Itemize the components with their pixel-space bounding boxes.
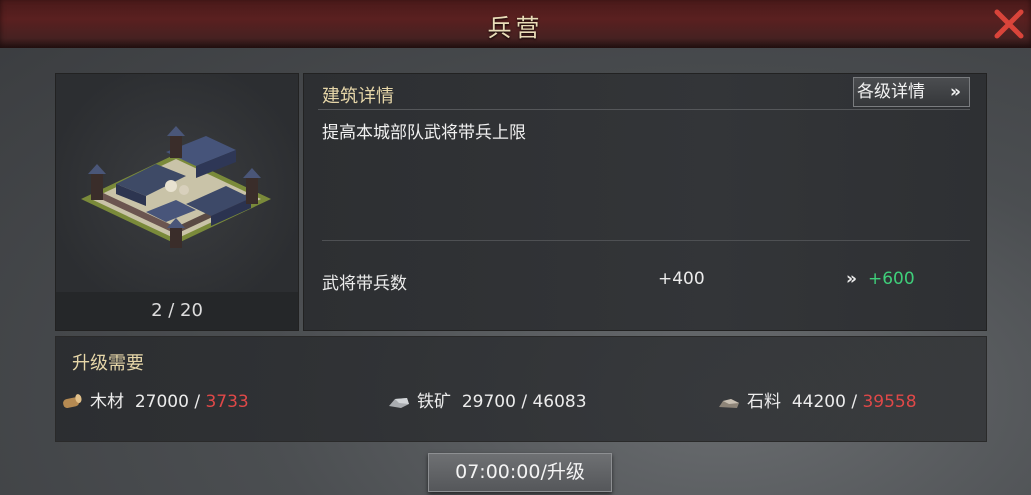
upgrade-requirements-panel: 升级需要 木材 27000 / 3733 铁矿 29700 / 46083 石料… [55, 336, 987, 442]
detail-header: 建筑详情 [322, 86, 394, 107]
resource-required: 27000 [134, 392, 189, 412]
building-level: 2 / 20 [56, 292, 298, 330]
close-icon[interactable] [993, 8, 1025, 40]
iron-ore-icon [387, 394, 411, 410]
resource-name: 石料 [747, 392, 781, 412]
resource-required: 44200 [791, 392, 846, 412]
barracks-building-image [81, 126, 271, 248]
upgrade-arrow-icon: » [846, 269, 857, 289]
divider [318, 109, 970, 110]
level-details-label: 各级详情 [857, 82, 925, 102]
window-title: 兵营 [487, 14, 544, 42]
requirements-header: 升级需要 [72, 353, 144, 374]
resource-name: 铁矿 [417, 392, 451, 412]
resource-separator: / [521, 392, 528, 412]
resource-separator: / [851, 392, 858, 412]
divider [322, 240, 970, 241]
resource-iron: 铁矿 29700 / 46083 [387, 387, 587, 412]
upgrade-button[interactable]: 07:00:00/升级 [428, 453, 612, 492]
building-panel: 2 / 20 [55, 73, 299, 331]
resource-wood: 木材 27000 / 3733 [60, 387, 249, 412]
stone-icon [717, 394, 741, 410]
building-description: 提高本城部队武将带兵上限 [322, 123, 526, 143]
title-bar: 兵营 [0, 0, 1031, 48]
double-chevron-right-icon: » [950, 82, 961, 102]
resource-stone: 石料 44200 / 39558 [717, 387, 917, 412]
stat-current-value: +400 [658, 269, 705, 289]
stat-next-value: +600 [868, 269, 915, 289]
resource-owned: 3733 [205, 392, 249, 412]
resource-required: 29700 [461, 392, 516, 412]
resource-name: 木材 [90, 392, 124, 412]
resource-owned: 39558 [862, 392, 917, 412]
resource-owned: 46083 [532, 392, 587, 412]
stat-label: 武将带兵数 [322, 274, 407, 294]
wood-log-icon [60, 394, 84, 410]
resource-separator: / [194, 392, 201, 412]
building-detail-panel: 建筑详情 各级详情 » 提高本城部队武将带兵上限 武将带兵数 +400 » +6… [303, 73, 987, 331]
level-details-button[interactable]: 各级详情 » [853, 77, 970, 107]
